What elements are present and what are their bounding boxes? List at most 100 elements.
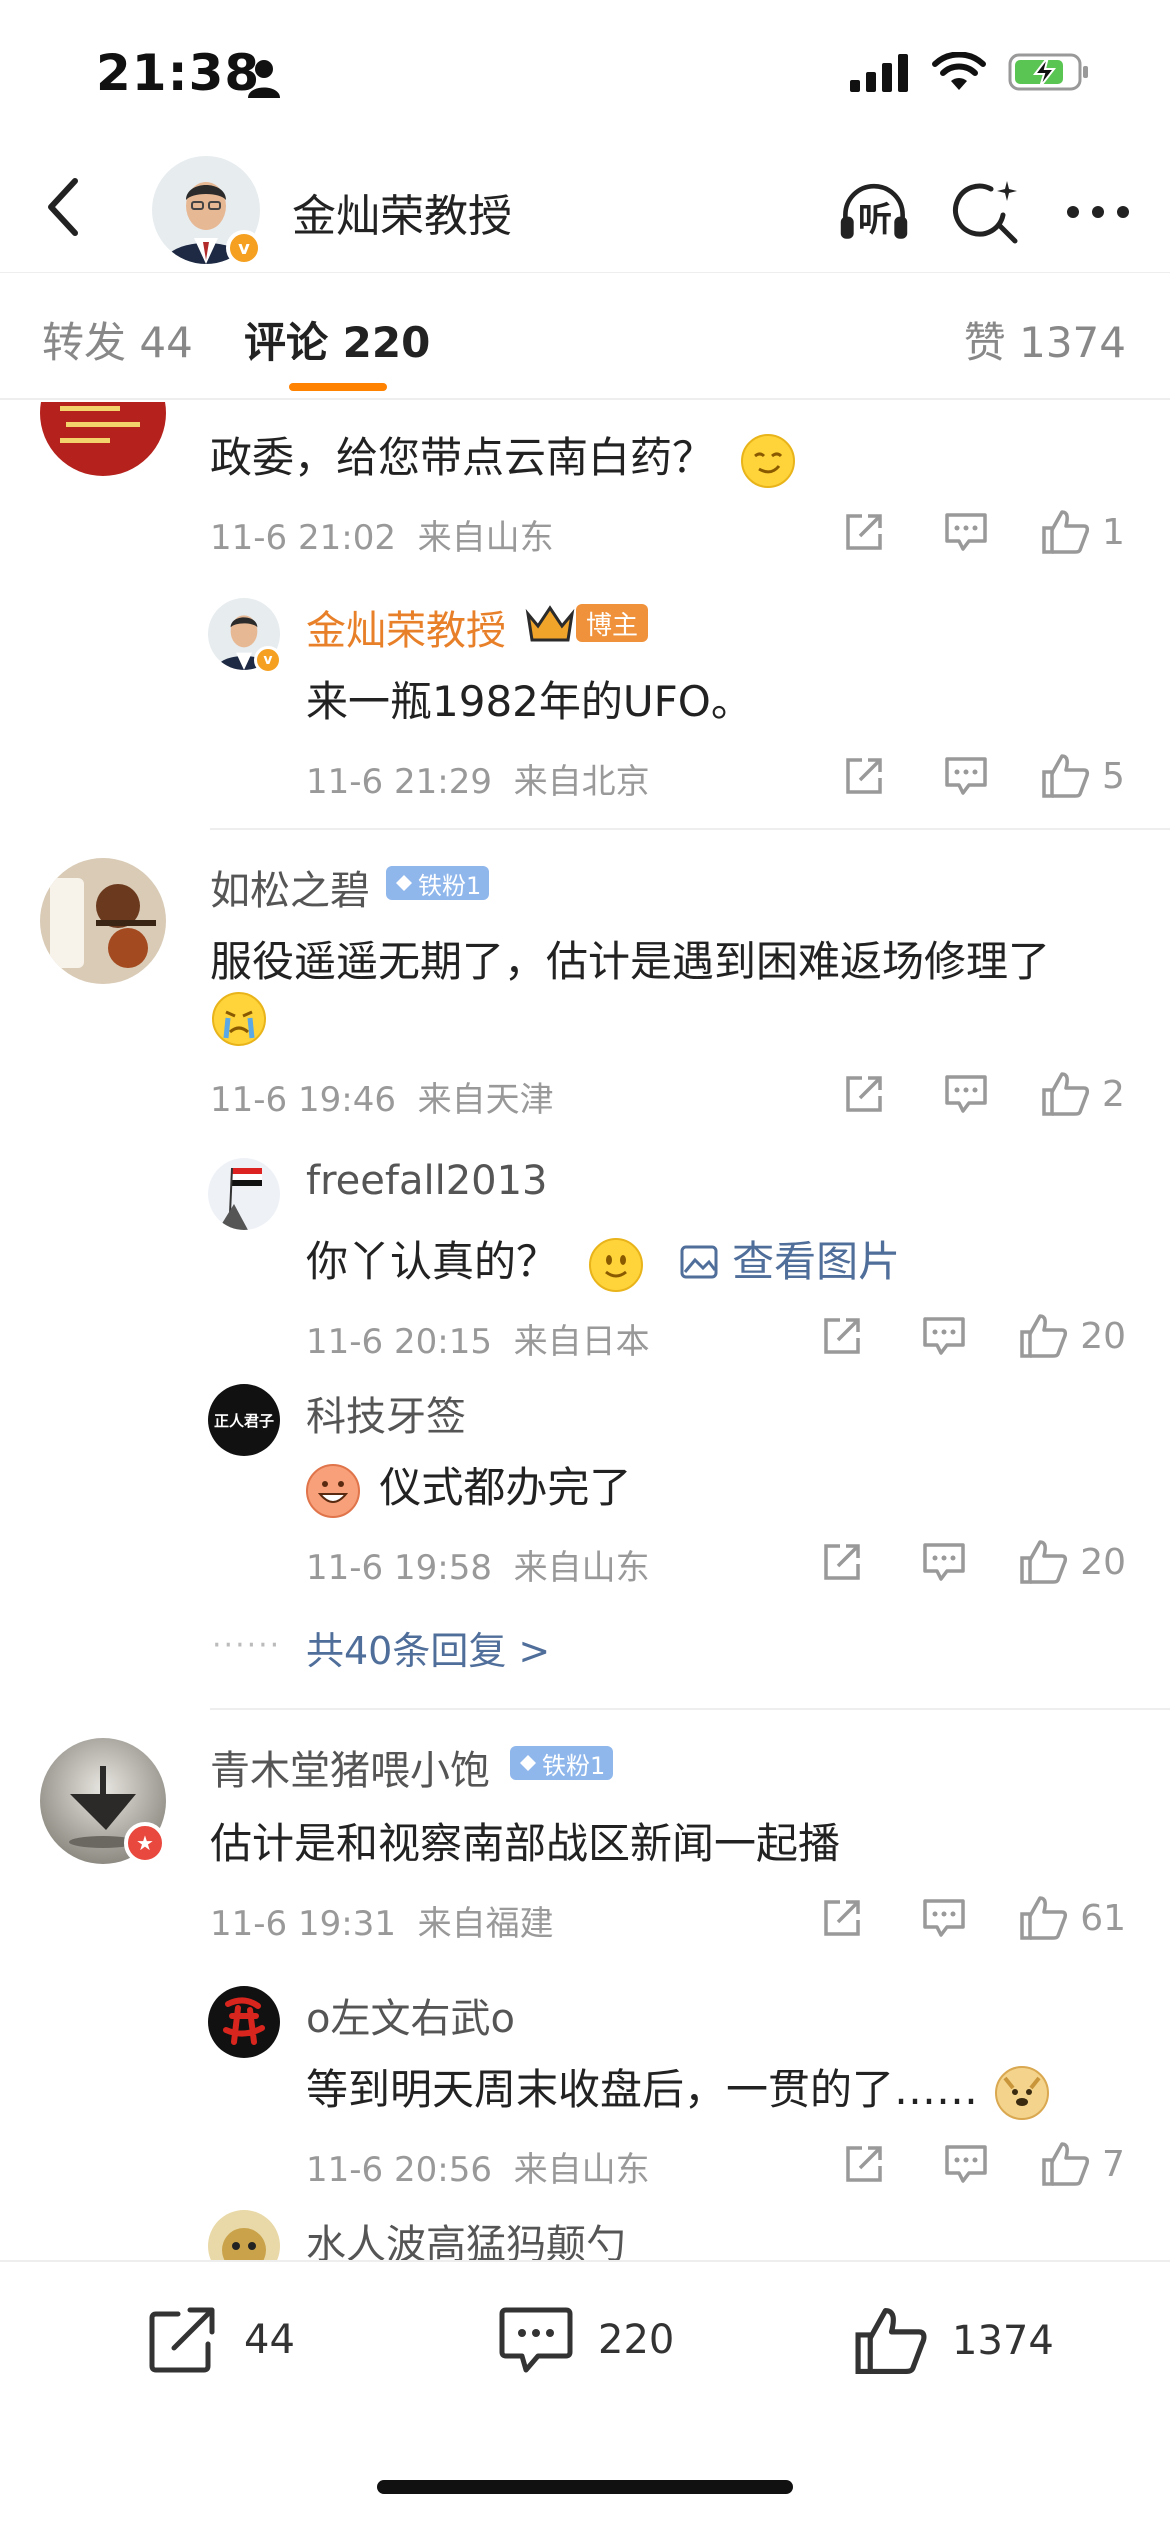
comment-text: 政委，给您带点云南白药？ bbox=[210, 424, 796, 488]
comment-meta: 11-6 21:02 来自山东 bbox=[210, 518, 554, 558]
like-button[interactable]: 20 bbox=[1018, 1534, 1126, 1590]
comment-actions: 61 bbox=[814, 1890, 1126, 1946]
image-icon bbox=[680, 1245, 718, 1279]
tab-likes[interactable]: 赞 1374 bbox=[964, 309, 1126, 370]
divider bbox=[210, 1708, 1170, 1710]
avatar[interactable] bbox=[40, 402, 166, 476]
header: v 金灿荣教授 听 bbox=[0, 150, 1170, 272]
status-bar: 21:38 bbox=[0, 0, 1170, 150]
status-time: 21:38 bbox=[96, 44, 261, 102]
reply-button[interactable] bbox=[938, 504, 994, 560]
reply-username[interactable]: 科技牙签 bbox=[306, 1384, 466, 1442]
tab-comments[interactable]: 评论 220 bbox=[244, 309, 430, 370]
repost-button[interactable] bbox=[814, 1890, 870, 1946]
crown-icon bbox=[525, 605, 575, 642]
repost-button[interactable] bbox=[814, 1534, 870, 1590]
like-count: 61 bbox=[1080, 1897, 1126, 1939]
thumbs-up-icon bbox=[1042, 2142, 1090, 2186]
reply-button[interactable] bbox=[916, 1534, 972, 1590]
back-button[interactable] bbox=[28, 172, 98, 242]
avatar[interactable] bbox=[208, 1158, 280, 1230]
like-count: 20 bbox=[1080, 1541, 1126, 1583]
reply-text: 你丫认真的？ 查看图片 bbox=[306, 1228, 900, 1292]
like-button[interactable]: 20 bbox=[1018, 1308, 1126, 1364]
reply-button[interactable] bbox=[938, 1066, 994, 1122]
search-button[interactable] bbox=[950, 176, 1022, 248]
repost-icon bbox=[846, 2146, 882, 2182]
view-image-link[interactable]: 查看图片 bbox=[679, 1237, 900, 1286]
reply-meta: 11-6 20:56 来自山东 bbox=[306, 2150, 650, 2190]
repost-button[interactable] bbox=[836, 2136, 892, 2192]
avatar[interactable] bbox=[208, 2210, 280, 2260]
reply-username[interactable]: 水人波高猛犸颠勺 bbox=[306, 2212, 626, 2260]
like-count: 1374 bbox=[952, 2318, 1054, 2364]
more-button[interactable] bbox=[1062, 176, 1134, 248]
signal-icon bbox=[850, 54, 908, 92]
status-indicators bbox=[850, 52, 1090, 92]
repost-button[interactable] bbox=[836, 504, 892, 560]
star-badge-icon: ★ bbox=[124, 1822, 166, 1864]
like-action[interactable]: 1374 bbox=[852, 2304, 1054, 2378]
smirk-emoji-icon bbox=[741, 433, 796, 488]
reply-meta: 11-6 21:29 来自北京 bbox=[306, 762, 650, 802]
repost-icon bbox=[824, 1318, 860, 1354]
tab-reposts[interactable]: 转发 44 bbox=[42, 309, 193, 370]
verified-icon: v bbox=[254, 646, 282, 674]
comment-actions: 1 bbox=[836, 504, 1126, 560]
thumbs-up-icon bbox=[855, 2308, 927, 2374]
page-title: 金灿荣教授 bbox=[292, 191, 512, 242]
comment-action[interactable]: 220 bbox=[498, 2304, 674, 2376]
reply-username[interactable]: o左文右武o bbox=[306, 1986, 515, 2044]
comment-meta: 11-6 19:46 来自天津 bbox=[210, 1080, 554, 1120]
avatar[interactable]: 正人君子 bbox=[208, 1384, 280, 1456]
repost-icon bbox=[824, 1544, 860, 1580]
like-button[interactable]: 7 bbox=[1040, 2136, 1126, 2192]
grin-emoji-icon bbox=[306, 1463, 360, 1518]
comment-icon bbox=[945, 513, 987, 551]
reply-button[interactable] bbox=[938, 2136, 994, 2192]
comment-username[interactable]: 如松之碧 bbox=[210, 858, 370, 916]
wifi-icon bbox=[932, 52, 986, 90]
thumbs-up-icon bbox=[1042, 510, 1090, 554]
reply-button[interactable] bbox=[916, 1308, 972, 1364]
repost-button[interactable] bbox=[814, 1308, 870, 1364]
comment-text: 估计是和视察南部战区新闻一起播 bbox=[210, 1819, 841, 1868]
home-indicator[interactable] bbox=[377, 2480, 793, 2494]
divider bbox=[210, 828, 1170, 830]
like-button[interactable]: 5 bbox=[1040, 748, 1126, 804]
reply-text: 等到明天周末收盘后，一贯的了…… bbox=[306, 2056, 1050, 2120]
reply-username[interactable]: 金灿荣教授 bbox=[306, 598, 506, 656]
active-tab-indicator bbox=[289, 383, 387, 391]
reply-button[interactable] bbox=[916, 1890, 972, 1946]
like-button[interactable]: 1 bbox=[1040, 504, 1126, 560]
doge-emoji-icon bbox=[995, 2065, 1050, 2120]
more-replies-link[interactable]: 共40条回复 > bbox=[306, 1620, 550, 1675]
listen-button[interactable]: 听 bbox=[838, 176, 910, 248]
like-button[interactable]: 2 bbox=[1040, 1066, 1126, 1122]
repost-icon bbox=[846, 758, 882, 794]
reply-username[interactable]: freefall2013 bbox=[306, 1158, 547, 1204]
thumbs-up-icon bbox=[1020, 1314, 1068, 1358]
repost-button[interactable] bbox=[836, 748, 892, 804]
like-count: 1 bbox=[1102, 511, 1125, 553]
repost-action[interactable]: 44 bbox=[146, 2304, 295, 2376]
avatar[interactable] bbox=[208, 1986, 280, 2058]
like-count: 5 bbox=[1102, 755, 1125, 797]
repost-icon bbox=[846, 514, 882, 550]
comment-icon bbox=[945, 1075, 987, 1113]
like-count: 7 bbox=[1102, 2143, 1125, 2185]
like-button[interactable]: 61 bbox=[1018, 1890, 1126, 1946]
repost-count: 44 bbox=[244, 2317, 295, 2363]
comment-username[interactable]: 青木堂猪喂小饱 bbox=[210, 1738, 490, 1796]
reply-button[interactable] bbox=[938, 748, 994, 804]
thumbs-up-icon bbox=[1042, 1072, 1090, 1116]
like-count: 20 bbox=[1080, 1315, 1126, 1357]
repost-button[interactable] bbox=[836, 1066, 892, 1122]
avatar[interactable] bbox=[40, 858, 166, 984]
comment-list: 政委，给您带点云南白药？ 11-6 21:02 来自山东 1 v 金灿荣教授 博… bbox=[0, 402, 1170, 2260]
avatar-text: 正人君子 bbox=[213, 1411, 274, 1430]
dots-icon: ······ bbox=[212, 1628, 282, 1663]
comment-meta: 11-6 19:31 来自福建 bbox=[210, 1904, 554, 1944]
fan-badge: 铁粉1 bbox=[510, 1746, 614, 1780]
comment-actions: 2 bbox=[836, 1066, 1126, 1122]
